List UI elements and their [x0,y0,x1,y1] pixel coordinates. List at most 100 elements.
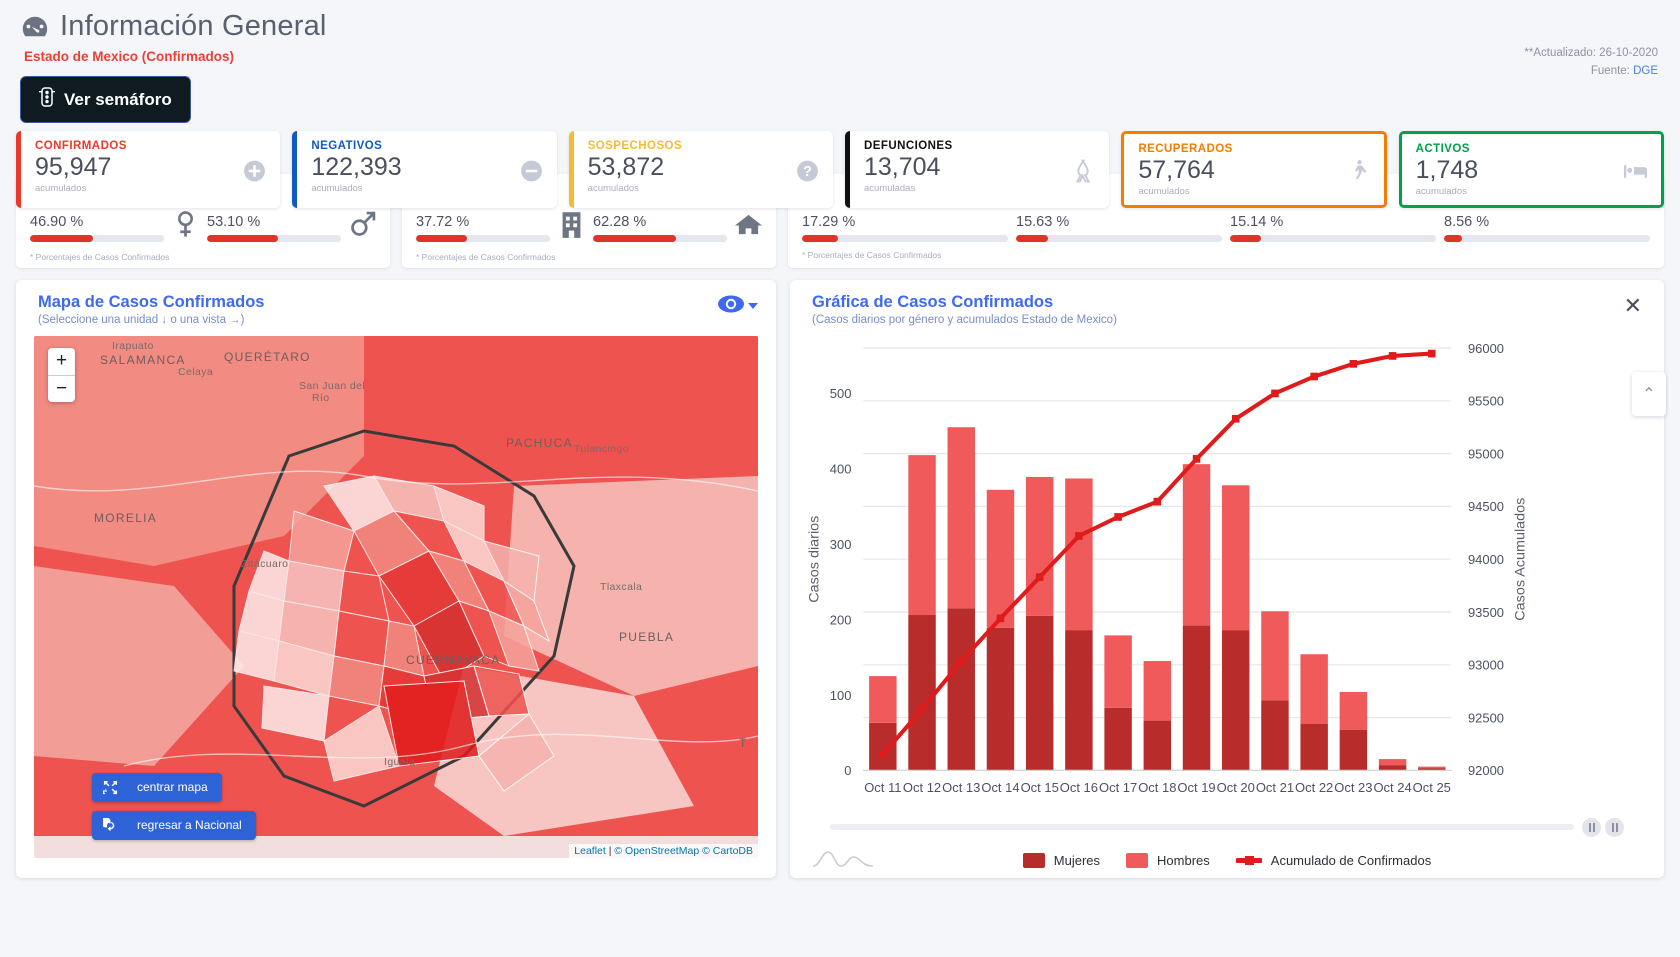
stat-card-recuperados[interactable]: RECUPERADOS 57,764 acumulados [1121,131,1387,208]
female-icon [172,210,199,244]
chart-bar-mujeres[interactable] [986,627,1015,771]
chevron-up-icon: ⌃ [1642,386,1656,403]
chart-bar-hombres[interactable] [1300,653,1328,724]
chart-line-marker[interactable] [1231,414,1240,423]
zoom-in-button[interactable]: + [48,347,75,375]
chart-bar-mujeres[interactable] [1065,629,1093,771]
chart-bar-mujeres[interactable] [1300,723,1328,771]
chart-line-marker[interactable] [1310,372,1318,381]
center-map-button[interactable]: centrar mapa [92,772,222,802]
chart-bar-hombres[interactable] [869,675,897,723]
chart-y-tick: 0 [844,763,851,778]
chart-line-marker[interactable] [1153,497,1162,506]
legend-item-hombres[interactable]: Hombres [1126,852,1210,868]
chart-bar-mujeres[interactable] [1104,707,1132,771]
chart-bar-mujeres[interactable] [1261,700,1289,771]
chart-bar-hombres[interactable] [1339,691,1368,730]
ver-semaforo-button[interactable]: Ver semáforo [20,76,191,123]
stat-card-sospechosos[interactable]: SOSPECHOSOS 53,872 acumulados? [568,131,833,208]
chart-plot[interactable]: 92000 92500 93000 93500 94000 94500 95000 95500… [790,336,1664,816]
percent-bar [802,234,1008,242]
chart-panel-header: Gráfica de Casos Confirmados (Casos diar… [790,280,1664,336]
chart-line-marker[interactable] [1114,512,1122,521]
chart-line-marker[interactable] [1271,389,1279,397]
chart-line-marker[interactable] [957,657,966,665]
traffic-light-icon [39,87,55,112]
back-to-national-button[interactable]: regresar a Nacional [92,810,256,840]
chart-bar-mujeres[interactable] [1222,629,1250,771]
chart-panel-title: Gráfica de Casos Confirmados [812,292,1054,311]
chart-line-marker[interactable] [996,614,1005,622]
chart-line-marker[interactable] [918,705,926,713]
chart-x-tick: Oct 19 [1177,780,1215,795]
zoom-out-button[interactable]: − [48,374,75,402]
map-view-selector[interactable] [717,293,758,320]
map-panel: Mapa de Casos Confirmados (Seleccione un… [16,279,776,878]
legend-item-acumulado-de-confirmados[interactable]: Acumulado de Confirmados [1235,853,1431,868]
chart-bar-mujeres[interactable] [947,607,975,771]
osm-link[interactable]: © OpenStreetMap [614,845,699,857]
leaflet-map[interactable]: + − Irapuato SALAMANCA Celaya QUERÉTARO San … [34,335,758,858]
chart-line-marker[interactable] [1035,573,1044,581]
chart-bar-mujeres[interactable] [1339,729,1368,771]
chart-bar-hombres[interactable] [1182,463,1211,626]
chart-bar-mujeres[interactable] [1182,625,1211,771]
male-icon [349,210,376,244]
slider-handle-left[interactable] [1582,817,1601,837]
scroll-to-top-button[interactable]: ⌃ [1632,372,1666,416]
chart-bar-mujeres[interactable] [908,614,936,771]
chart-line-marker[interactable] [1075,531,1083,540]
stat-card-confirmados[interactable]: CONFIRMADOS 95,947 acumulados [16,131,281,208]
source-link[interactable]: DGE [1633,65,1658,77]
chart-bar-hombres[interactable] [1104,635,1132,708]
chart-line-marker[interactable] [1192,454,1201,463]
map-zoom-controls[interactable]: + − [48,347,75,402]
legend-item-mujeres[interactable]: Mujeres [1022,852,1100,868]
percent-bar [593,234,727,242]
close-icon[interactable]: ✕ [1620,293,1646,319]
chart-range-slider[interactable] [790,817,1664,837]
chart-line-marker[interactable] [1349,359,1358,368]
chart-bar-hombres[interactable] [947,426,975,608]
chart-line-marker[interactable] [879,750,887,759]
chart-bar-hombres[interactable] [1143,660,1172,721]
chart-bar-hombres[interactable] [1025,476,1054,616]
leaflet-link[interactable]: Leaflet [574,845,606,857]
slider-handle-right[interactable] [1605,817,1624,837]
percent-bar [30,234,164,242]
slider-handles[interactable] [1582,817,1624,837]
chart-y2-tick: 93000 [1468,657,1504,672]
stat-card-negativos[interactable]: NEGATIVOS 122,393 acumulados [292,131,557,208]
stat-card-defunciones[interactable]: DEFUNCIONES 13,704 acumuladas [844,131,1110,208]
chart-bar-mujeres[interactable] [869,722,897,771]
chart-bar-mujeres[interactable] [1025,615,1054,771]
percent-item-0: 46.90 % [30,214,164,242]
stat-card-sublabel: acumuladas [863,182,916,194]
chart-bar-hombres[interactable] [1378,758,1407,765]
chart-y2-axis-title: Casos Acumulados [1513,497,1529,620]
chart-y-tick: 400 [830,461,852,476]
chart-line-marker[interactable] [1388,351,1397,360]
chart-y2-tick: 93500 [1468,604,1504,619]
map-attribution: Leaflet | © OpenStreetMap © CartoDB [569,843,758,858]
percent-value: 37.72 % [416,213,470,230]
percent-value: 46.90 % [30,213,84,230]
legend-swatch [1235,855,1262,865]
chart-bar-hombres[interactable] [1065,478,1093,630]
stat-card-value: 13,704 [863,153,941,181]
chart-bar-hombres[interactable] [908,454,936,615]
stat-card-sublabel: acumulados [311,182,363,194]
chart-bar-mujeres[interactable] [1143,720,1172,771]
carto-link[interactable]: © CartoDB [702,845,753,857]
chart-bar-hombres[interactable] [1222,485,1250,630]
chart-y-tick: 500 [830,386,852,401]
chart-bar-mujeres[interactable] [1378,764,1407,771]
chart-y2-tick: 92500 [1468,710,1504,725]
chart-panel: Gráfica de Casos Confirmados (Casos diar… [790,279,1664,878]
chart-bar-hombres[interactable] [1418,766,1446,768]
chart-legend[interactable]: Mujeres Hombres Acumulado de Confirmados [790,837,1664,878]
chart-bar-hombres[interactable] [1261,610,1289,701]
stat-card-activos[interactable]: ACTIVOS 1,748 acumulados [1398,131,1664,208]
slider-track[interactable] [830,824,1574,831]
chart-line-marker[interactable] [1428,349,1436,358]
